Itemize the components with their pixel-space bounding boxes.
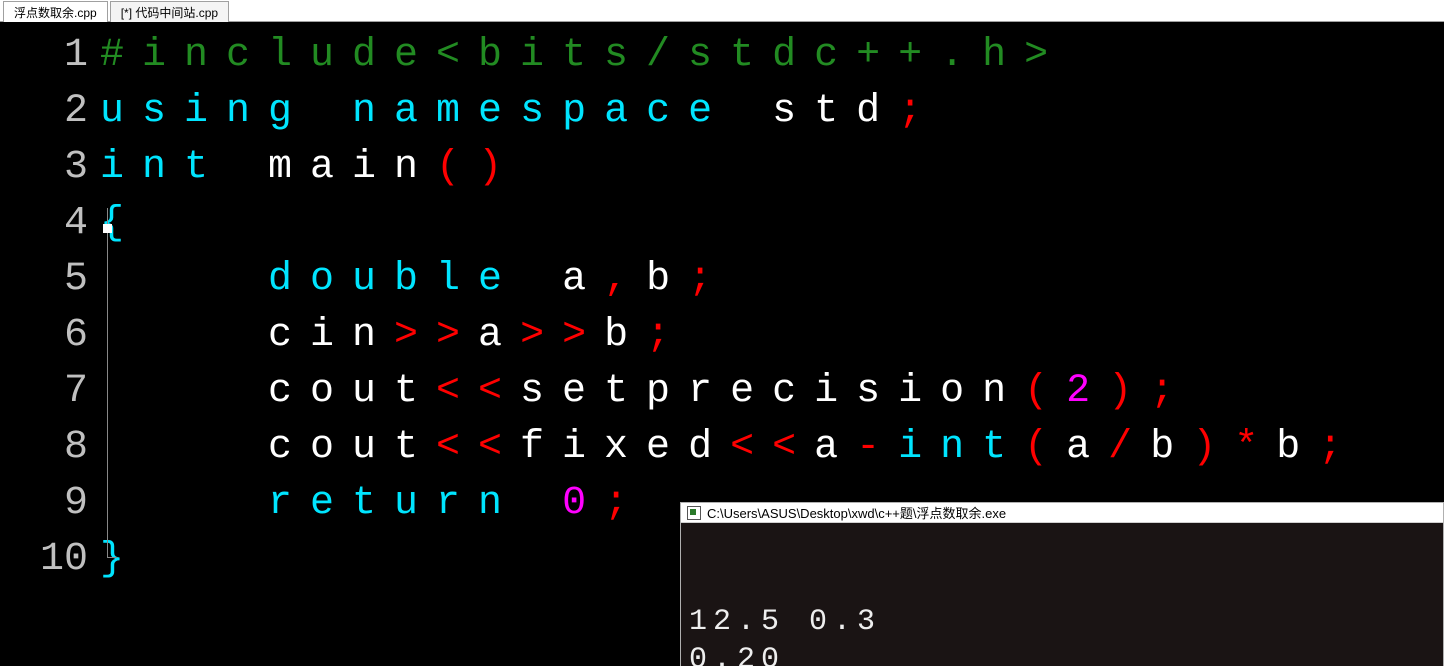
token: cout (268, 369, 436, 414)
code-line[interactable]: 4{ (0, 196, 1444, 252)
token: - (856, 425, 898, 470)
line-number: 10 (0, 532, 100, 588)
token (100, 481, 268, 526)
token: ) (1192, 425, 1234, 470)
token: ; (688, 257, 730, 302)
token: ( (436, 145, 478, 190)
token: namespace (352, 89, 730, 134)
token: using (100, 89, 310, 134)
token: ; (1318, 425, 1360, 470)
code-line[interactable]: 8 cout<<fixed<<a-int(a/b)*b; (0, 420, 1444, 476)
console-title: C:\Users\ASUS\Desktop\xwd\c++题\浮点数取余.exe (707, 503, 1006, 522)
console-titlebar[interactable]: C:\Users\ASUS\Desktop\xwd\c++题\浮点数取余.exe (681, 503, 1443, 523)
fold-guide (107, 208, 117, 558)
line-number: 5 (0, 252, 100, 308)
token: ( (1024, 369, 1066, 414)
token: a (814, 425, 856, 470)
code-content[interactable]: cin>>a>>b; (100, 308, 1444, 364)
token (226, 145, 268, 190)
tab-file-1[interactable]: 浮点数取余.cpp (3, 1, 108, 22)
code-content[interactable]: cout<<setprecision(2); (100, 364, 1444, 420)
token: b (1276, 425, 1318, 470)
app-icon (687, 506, 701, 520)
token: >> (394, 313, 478, 358)
line-number: 8 (0, 420, 100, 476)
token: cout (268, 425, 436, 470)
token: a (1066, 425, 1108, 470)
token: cin (268, 313, 394, 358)
line-number: 9 (0, 476, 100, 532)
token: * (1234, 425, 1276, 470)
token: a (562, 257, 604, 302)
console-line: 0.20 (689, 641, 1435, 666)
token: #include<bits/stdc++.h> (100, 33, 1066, 78)
token: double (268, 257, 520, 302)
token: ; (1150, 369, 1192, 414)
console-line: 12.5 0.3 (689, 603, 1435, 641)
token: 2 (1066, 369, 1108, 414)
token: std (772, 89, 898, 134)
code-line[interactable]: 6 cin>>a>>b; (0, 308, 1444, 364)
line-number: 6 (0, 308, 100, 364)
token (730, 89, 772, 134)
token: 0 (562, 481, 604, 526)
console-output[interactable]: 12.5 0.30.20 (681, 523, 1443, 666)
token: setprecision (520, 369, 1024, 414)
token: ) (1108, 369, 1150, 414)
tab-bar: 浮点数取余.cpp [*] 代码中间站.cpp (0, 0, 1444, 22)
token: >> (520, 313, 604, 358)
token: int (898, 425, 1024, 470)
code-content[interactable]: #include<bits/stdc++.h> (100, 28, 1444, 84)
code-content[interactable]: double a,b; (100, 252, 1444, 308)
line-number: 4 (0, 196, 100, 252)
line-number: 2 (0, 84, 100, 140)
token: << (436, 369, 520, 414)
token: b (646, 257, 688, 302)
code-line[interactable]: 5 double a,b; (0, 252, 1444, 308)
token: fixed (520, 425, 730, 470)
code-line[interactable]: 7 cout<<setprecision(2); (0, 364, 1444, 420)
code-content[interactable]: int main() (100, 140, 1444, 196)
token: / (1108, 425, 1150, 470)
tab-file-2[interactable]: [*] 代码中间站.cpp (110, 1, 229, 22)
token (100, 257, 268, 302)
token: b (604, 313, 646, 358)
token: << (730, 425, 814, 470)
line-number: 7 (0, 364, 100, 420)
token: ; (646, 313, 688, 358)
line-number: 1 (0, 28, 100, 84)
code-line[interactable]: 1#include<bits/stdc++.h> (0, 28, 1444, 84)
token (100, 313, 268, 358)
token: , (604, 257, 646, 302)
code-line[interactable]: 3int main() (0, 140, 1444, 196)
token: ; (898, 89, 940, 134)
code-content[interactable]: using namespace std; (100, 84, 1444, 140)
token: int (100, 145, 226, 190)
token: return (268, 481, 520, 526)
token: << (436, 425, 520, 470)
token (520, 481, 562, 526)
token: ( (1024, 425, 1066, 470)
token (100, 425, 268, 470)
token (100, 369, 268, 414)
fold-toggle-icon[interactable] (103, 224, 112, 233)
token: ; (604, 481, 646, 526)
line-number: 3 (0, 140, 100, 196)
token: a (478, 313, 520, 358)
token (310, 89, 352, 134)
console-window: C:\Users\ASUS\Desktop\xwd\c++题\浮点数取余.exe… (680, 502, 1444, 666)
token: b (1150, 425, 1192, 470)
code-content[interactable]: cout<<fixed<<a-int(a/b)*b; (100, 420, 1444, 476)
code-line[interactable]: 2using namespace std; (0, 84, 1444, 140)
code-content[interactable]: { (100, 196, 1444, 252)
token (520, 257, 562, 302)
tab-label: [*] 代码中间站.cpp (121, 4, 218, 21)
token: ) (478, 145, 520, 190)
token: main (268, 145, 436, 190)
tab-label: 浮点数取余.cpp (14, 4, 97, 21)
